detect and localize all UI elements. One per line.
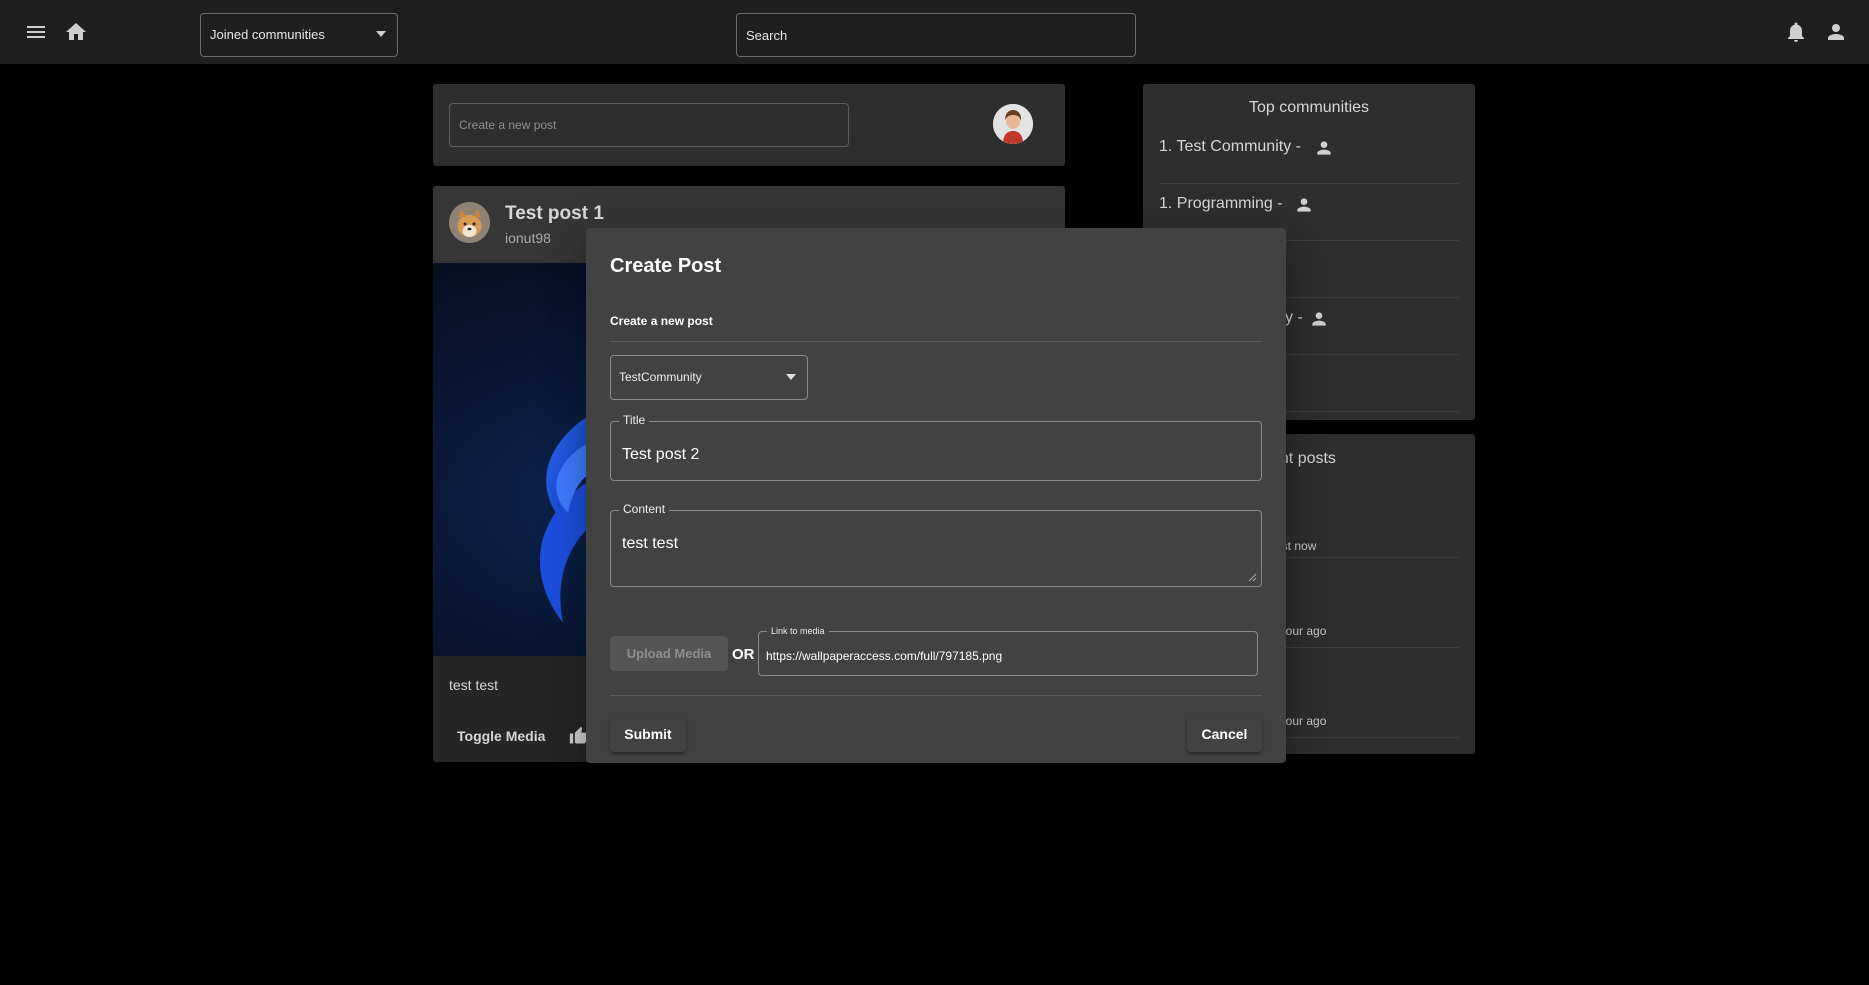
upload-media-button[interactable]: Upload Media <box>610 636 728 671</box>
joined-communities-select-label: Joined communities <box>210 27 325 42</box>
joined-communities-select[interactable]: Joined communities <box>200 13 398 57</box>
dialog-subtitle: Create a new post <box>610 314 713 328</box>
cancel-button[interactable]: Cancel <box>1187 716 1262 752</box>
home-icon[interactable] <box>64 20 88 44</box>
content-field[interactable]: Content test test <box>610 502 1262 587</box>
avatar <box>993 104 1033 144</box>
hamburger-menu-icon[interactable] <box>24 20 48 44</box>
community-select[interactable]: TestCommunity <box>610 355 808 400</box>
content-field-label: Content <box>619 502 670 516</box>
community-label: 1. Programming - <box>1159 195 1283 212</box>
divider <box>610 695 1262 696</box>
avatar <box>449 202 490 243</box>
bell-icon[interactable] <box>1784 20 1808 44</box>
post-title[interactable]: Test post 1 <box>505 203 604 225</box>
link-field-label: Link to media <box>767 626 829 636</box>
link-to-media-field[interactable]: Link to media https://wallpaperaccess.co… <box>758 626 1258 676</box>
toggle-media-button[interactable]: Toggle Media <box>447 722 555 750</box>
divider <box>610 341 1262 342</box>
create-post-input[interactable] <box>449 103 849 147</box>
chevron-down-icon <box>375 30 387 38</box>
or-label: OR <box>732 646 755 663</box>
title-field-label: Title <box>619 413 650 427</box>
create-post-dialog: Create Post Create a new post TestCommun… <box>586 228 1286 763</box>
person-icon <box>1294 195 1314 215</box>
dialog-title: Create Post <box>610 255 722 277</box>
community-select-value: TestCommunity <box>619 370 702 384</box>
title-field[interactable]: Title Test post 2 <box>610 413 1262 481</box>
top-communities-title: Top communities <box>1248 99 1370 116</box>
resize-grip-icon[interactable] <box>1247 572 1257 582</box>
person-icon <box>1314 138 1334 158</box>
post-author[interactable]: ionut98 <box>505 230 551 246</box>
search-input[interactable] <box>736 13 1136 57</box>
person-icon <box>1309 309 1329 329</box>
chevron-down-icon <box>785 373 797 381</box>
community-item[interactable]: 1. Test Community - <box>1159 128 1459 184</box>
submit-button[interactable]: Submit <box>610 716 686 752</box>
title-field-value: Test post 2 <box>622 446 700 463</box>
link-field-value: https://wallpaperaccess.com/full/797185.… <box>766 649 1003 663</box>
post-body: test test <box>449 677 499 693</box>
community-label: 1. Test Community - <box>1159 138 1301 155</box>
person-icon[interactable] <box>1824 20 1848 44</box>
community-label: y - <box>1285 309 1303 326</box>
content-field-value: test test <box>622 535 679 552</box>
